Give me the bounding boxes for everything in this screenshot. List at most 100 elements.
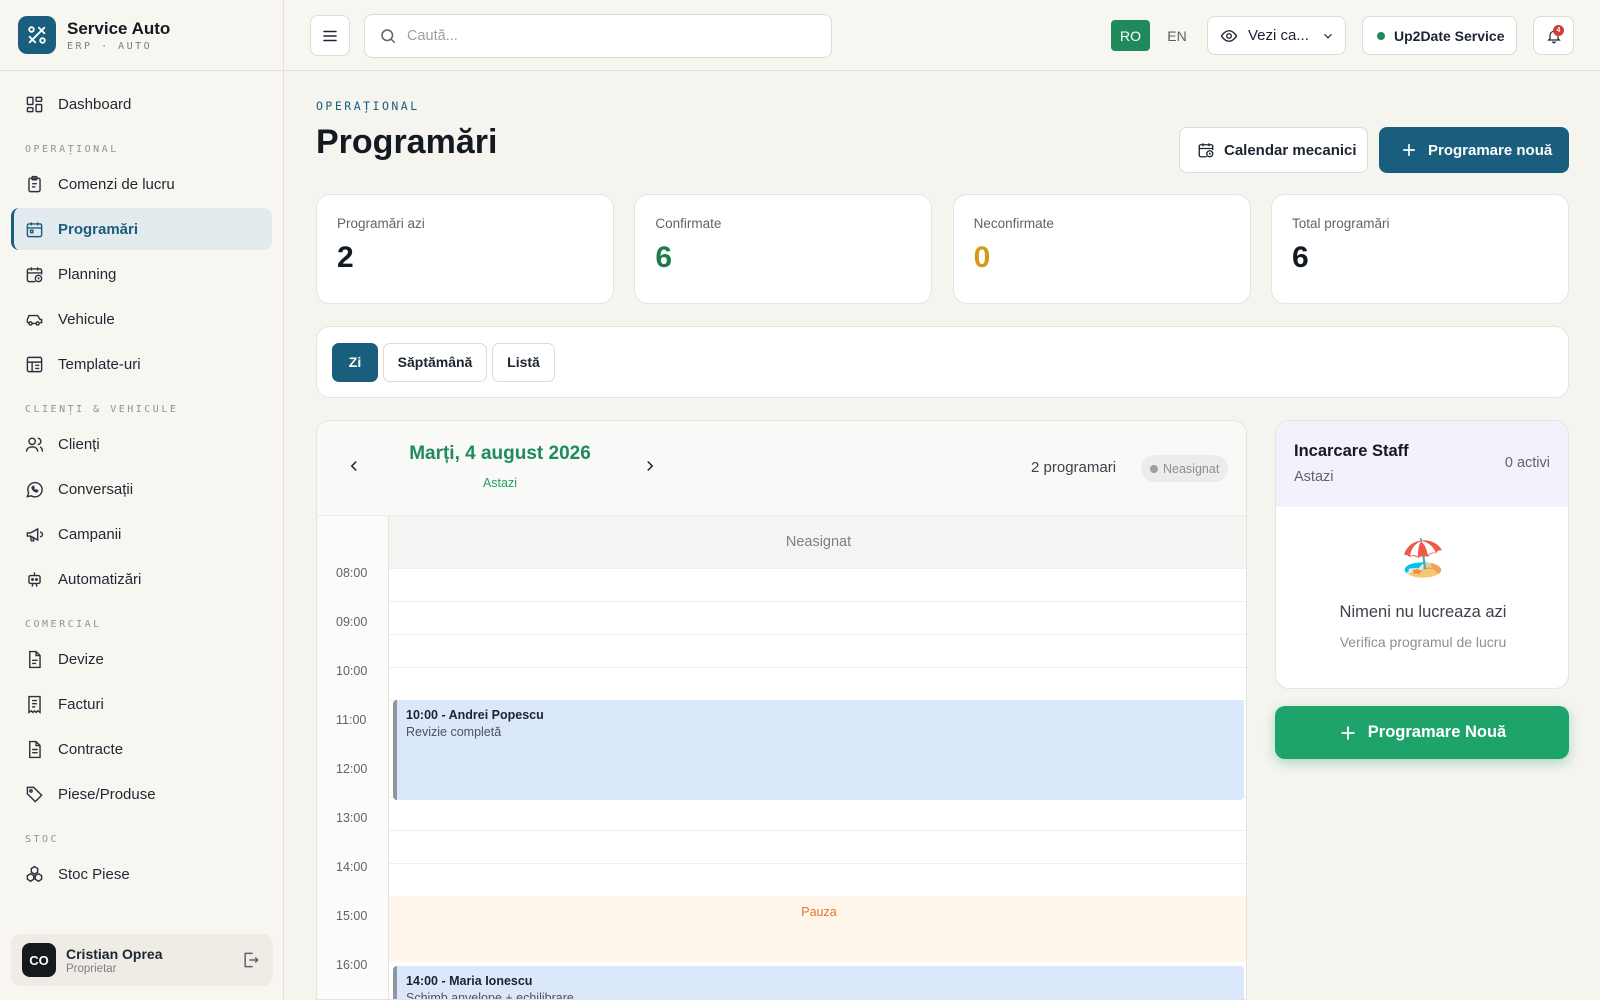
time-label: 14:00 xyxy=(336,860,368,874)
appointment-card[interactable]: 10:00 - Andrei Popescu Revizie completă xyxy=(393,700,1244,800)
sidebar-item-label: Comenzi de lucru xyxy=(58,175,175,193)
appointment-title: 14:00 - Maria Ionescu xyxy=(406,974,533,988)
day-calendar: Marți, 4 august 2026 Astazi 2 programari… xyxy=(316,420,1247,1000)
plus-icon xyxy=(1402,143,1416,157)
stat-value: 6 xyxy=(655,241,673,274)
sidebar-item-clients[interactable]: Clienți xyxy=(11,423,272,465)
brand-subtitle: ERP · AUTO xyxy=(67,40,153,52)
robot-icon xyxy=(28,571,41,587)
eye-icon xyxy=(1220,29,1238,42)
notifications-button[interactable]: 4 xyxy=(1533,16,1574,55)
receipt-icon xyxy=(28,695,41,714)
sidebar-item-planning[interactable]: Planning xyxy=(11,253,272,295)
mechanics-calendar-button[interactable]: Calendar mecanici xyxy=(1179,127,1368,173)
appointment-title: 10:00 - Andrei Popescu xyxy=(406,708,544,722)
menu-toggle-button[interactable] xyxy=(310,15,350,56)
stat-value: 6 xyxy=(1291,241,1309,274)
stat-card-today: Programări azi 2 xyxy=(316,194,614,304)
staff-load-panel: Incarcare Staff Astazi 0 activi 🏖️ Nimen… xyxy=(1275,420,1569,689)
page-title: Programări xyxy=(316,123,498,161)
sidebar-item-appointments[interactable]: Programări xyxy=(11,208,272,250)
time-label: 16:00 xyxy=(336,958,368,972)
calendar-today-label[interactable]: Astazi xyxy=(377,476,623,490)
megaphone-icon xyxy=(26,527,44,542)
logout-icon[interactable] xyxy=(241,950,261,970)
user-role: Proprietar xyxy=(66,962,117,975)
hamburger-icon xyxy=(323,30,337,41)
sidebar-item-label: Planning xyxy=(58,265,117,283)
sidebar-item-dashboard[interactable]: Dashboard xyxy=(11,83,272,125)
chip-label: Neasignat xyxy=(1163,461,1220,476)
car-icon xyxy=(26,314,43,326)
chevron-left-icon[interactable] xyxy=(345,457,363,475)
sidebar-item-label: Programări xyxy=(58,220,139,238)
service-name: Up2Date Service xyxy=(1394,27,1505,44)
sidebar-item-work-orders[interactable]: Comenzi de lucru xyxy=(11,163,272,205)
button-label: Programare nouă xyxy=(1428,141,1553,159)
staff-panel-header: Incarcare Staff Astazi 0 activi xyxy=(1276,421,1568,507)
stat-value: 0 xyxy=(973,241,991,274)
dashboard-icon xyxy=(26,96,43,112)
calendar-date: Marți, 4 august 2026 xyxy=(409,443,591,464)
hour-line xyxy=(389,830,1246,831)
view-tabs: Zi Săptămână Listă xyxy=(316,326,1569,398)
sidebar-item-templates[interactable]: Template-uri xyxy=(11,343,272,385)
users-icon xyxy=(25,436,44,452)
staff-empty-message: Nimeni nu lucreaza azi xyxy=(1339,603,1507,621)
pause-label: Pauza xyxy=(801,905,837,919)
time-label: 08:00 xyxy=(336,566,368,580)
hour-line xyxy=(389,667,1246,668)
sidebar-item-conversations[interactable]: Conversații xyxy=(11,468,272,510)
view-as-dropdown[interactable]: Vezi ca... xyxy=(1207,16,1346,55)
user-card[interactable]: CO Cristian Oprea Proprietar xyxy=(11,934,273,986)
tab-day[interactable]: Zi xyxy=(332,342,378,382)
whatsapp-icon xyxy=(26,481,43,498)
calendar-clock-icon xyxy=(26,266,43,282)
sidebar-item-campaigns[interactable]: Campanii xyxy=(11,513,272,555)
tab-week[interactable]: Săptămână xyxy=(383,342,487,382)
wrench-screwdriver-icon xyxy=(18,16,56,54)
button-label: Calendar mecanici xyxy=(1224,141,1357,159)
chip-dot xyxy=(1150,464,1158,473)
time-label: 09:00 xyxy=(336,615,368,629)
column-header-unassigned: Neasignat xyxy=(388,516,1246,568)
beach-umbrella-icon: 🏖️ xyxy=(1400,537,1446,578)
user-name: Cristian Oprea xyxy=(66,945,163,962)
sidebar-section-clients: CLIENȚI & VEHICULE xyxy=(25,404,179,415)
sidebar-item-quotes[interactable]: Devize xyxy=(11,638,272,680)
appointment-count: 2 programari xyxy=(1031,459,1117,476)
chevron-right-icon[interactable] xyxy=(641,457,659,475)
appointment-card[interactable]: 14:00 - Maria Ionescu Schimb anvelope + … xyxy=(393,966,1244,999)
stat-card-unconfirmed: Neconfirmate 0 xyxy=(952,194,1251,304)
time-label: 13:00 xyxy=(336,811,368,825)
new-appointment-button[interactable]: Programare nouă xyxy=(1379,127,1569,173)
sidebar-item-invoices[interactable]: Facturi xyxy=(11,683,272,725)
calendar-grid[interactable]: Pauza 10:00 - Andrei Popescu Revizie com… xyxy=(388,568,1246,999)
document-icon xyxy=(29,650,41,668)
template-icon xyxy=(26,356,43,372)
sidebar-item-automations[interactable]: Automatizări xyxy=(11,558,272,600)
unassigned-chip[interactable]: Neasignat xyxy=(1141,455,1229,482)
appointment-service: Revizie completă xyxy=(406,725,502,739)
tag-icon xyxy=(26,786,43,803)
calendar-icon xyxy=(26,221,43,237)
sidebar-item-contracts[interactable]: Contracte xyxy=(11,728,272,770)
stat-value: 2 xyxy=(337,241,354,274)
search-input[interactable] xyxy=(407,28,807,44)
new-appointment-green-button[interactable]: Programare Nouă xyxy=(1275,706,1569,759)
sidebar-item-label: Devize xyxy=(58,650,104,668)
service-selector-button[interactable]: Up2Date Service xyxy=(1362,16,1517,55)
brand[interactable]: Service Auto ERP · AUTO xyxy=(0,0,283,71)
stat-label: Neconfirmate xyxy=(973,216,1054,231)
sidebar-item-parts[interactable]: Piese/Produse xyxy=(11,773,272,815)
lang-ro-button[interactable]: RO xyxy=(1111,20,1150,51)
search-box xyxy=(364,14,832,58)
sidebar-item-stock-parts[interactable]: Stoc Piese xyxy=(11,853,272,895)
sidebar-item-vehicles[interactable]: Vehicule xyxy=(11,298,272,340)
stat-label: Total programări xyxy=(1291,216,1390,231)
topbar: RO EN Vezi ca... Up2Date Service 4 xyxy=(284,0,1600,71)
sidebar-item-label: Conversații xyxy=(58,480,134,498)
tab-list[interactable]: Listă xyxy=(492,342,555,382)
lang-en-button[interactable]: EN xyxy=(1157,20,1197,51)
pause-block: Pauza xyxy=(389,896,1246,962)
